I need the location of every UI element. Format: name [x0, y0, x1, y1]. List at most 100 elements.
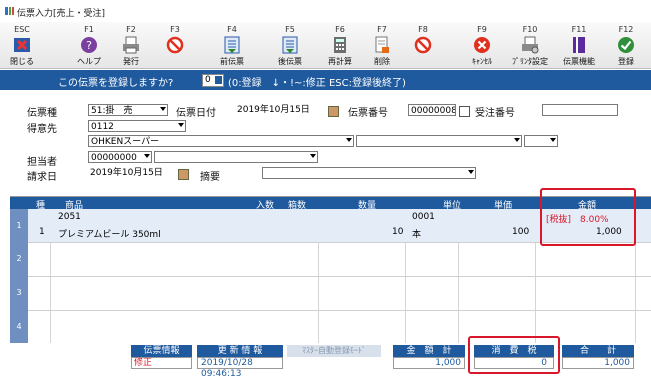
f11-slip-function-button[interactable]: F11 伝票機能 [559, 22, 599, 68]
f3-disabled-button[interactable]: F3 [155, 22, 195, 68]
chevron-down-icon [160, 107, 166, 111]
order-number-label: 受注番号 [475, 108, 515, 119]
chevron-down-icon [468, 170, 474, 174]
confirm-question: この伝票を登録しますか? [58, 78, 174, 89]
f6-recalculate-button[interactable]: F6 再計算 [320, 22, 360, 68]
customer-label: 得意先 [27, 124, 57, 135]
slip-date-value: 2019年10月15日 [237, 105, 310, 115]
svg-text:?: ? [86, 39, 92, 52]
chevron-down-icon [346, 138, 352, 142]
button-label: 登録 [618, 57, 634, 66]
f1-help-button[interactable]: F1 ? ヘルプ [69, 22, 109, 68]
input-picker-icon[interactable] [215, 76, 222, 84]
master-auto-register-button[interactable]: ﾏｽﾀｰ自動登録ﾓｰﾄﾞ [287, 345, 381, 357]
row-number[interactable]: 3 [10, 276, 28, 310]
help-icon: ? [81, 37, 97, 53]
slip-info-header: 伝票情報 [131, 345, 192, 357]
amount-highlight-box [540, 188, 636, 246]
delete-doc-icon [375, 36, 389, 53]
billing-date-field[interactable]: 2019年10月15日 [88, 167, 163, 179]
quantity-value[interactable]: 10 [392, 227, 403, 237]
cancel-icon [474, 37, 490, 53]
slip-date-field[interactable]: 2019年10月15日 [235, 104, 310, 116]
row-number[interactable]: 4 [10, 310, 28, 343]
button-label: 発行 [123, 57, 139, 66]
slip-number-field[interactable]: 00000008 [408, 104, 456, 116]
f2-issue-button[interactable]: F2 発行 [111, 22, 151, 68]
staff-code-select[interactable]: 00000000 [88, 151, 152, 163]
row-number[interactable]: 1 [10, 209, 28, 242]
summary-select[interactable] [262, 167, 476, 179]
confirm-hint: (0:登録 ↓・!~:修正 ESC:登録後終了) [228, 78, 406, 89]
unit-name[interactable]: 本 [412, 227, 421, 240]
staff-code-value: 00000000 [91, 153, 137, 163]
f8-disabled-button[interactable]: F8 [403, 22, 443, 68]
billing-date-label: 請求日 [27, 172, 57, 183]
key-label: ESC [14, 25, 30, 34]
previous-slip-icon [224, 36, 240, 54]
slip-info-value: 修正 [131, 357, 192, 369]
calendar-icon[interactable] [328, 106, 339, 117]
list-picker-icon[interactable] [459, 106, 470, 117]
key-label: F5 [285, 25, 295, 34]
confirm-input-value: 0 [205, 75, 211, 85]
product-code[interactable]: 2051 [58, 212, 81, 222]
key-label: F8 [418, 25, 428, 34]
order-number-field[interactable] [542, 104, 618, 116]
grand-total-header: 合 計 [562, 345, 634, 357]
row-number[interactable]: 2 [10, 242, 28, 276]
billing-date-value: 2019年10月15日 [90, 168, 163, 178]
prohibited-icon [166, 36, 184, 54]
unit-code[interactable]: 0001 [412, 212, 435, 222]
button-label: ｷｬﾝｾﾙ [472, 57, 492, 66]
f9-cancel-button[interactable]: F9 ｷｬﾝｾﾙ [462, 22, 502, 68]
slip-type-label: 伝票種 [27, 108, 57, 119]
grand-total-value: 1,000 [562, 357, 634, 369]
register-check-icon [618, 37, 634, 53]
f4-previous-slip-button[interactable]: F4 前伝票 [212, 22, 252, 68]
row-type: 1 [39, 227, 45, 237]
customer-extra-select[interactable] [524, 135, 558, 147]
button-label: 伝票機能 [563, 57, 595, 66]
esc-close-button[interactable]: ESC 閉じる [2, 22, 42, 68]
title-bar: 伝票入力[売上・受注] [0, 0, 651, 23]
slip-date-label: 伝票日付 [176, 108, 216, 119]
f7-delete-button[interactable]: F7 削除 [362, 22, 402, 68]
table-row[interactable] [28, 242, 651, 277]
customer-name-select[interactable]: OHKENスーパー [88, 135, 354, 147]
close-app-icon [14, 38, 30, 52]
printer-settings-icon [522, 36, 539, 54]
button-label: 削除 [374, 57, 390, 66]
button-label: ﾌﾟﾘﾝﾀ設定 [512, 57, 548, 66]
amount-total-value: 1,000 [393, 357, 465, 369]
f12-register-button[interactable]: F12 登録 [606, 22, 646, 68]
key-label: F11 [571, 25, 587, 34]
product-name[interactable]: プレミアムビール 350ml [58, 227, 161, 240]
confirm-input[interactable]: 0 [202, 74, 224, 87]
customer-code-select[interactable]: 0112 [88, 120, 186, 132]
f10-printer-settings-button[interactable]: F10 ﾌﾟﾘﾝﾀ設定 [510, 22, 550, 68]
table-row[interactable] [28, 276, 651, 311]
prohibited-icon [414, 36, 432, 54]
key-label: F6 [335, 25, 345, 34]
function-key-toolbar: ESC 閉じる F1 ? ヘルプ F2 発行 F3 F4 前伝票 F5 後伝票 [0, 22, 651, 69]
chevron-down-icon [310, 154, 316, 158]
update-info-value: 2019/10/28 09:46:13 [197, 357, 283, 379]
key-label: F3 [170, 25, 180, 34]
chevron-down-icon [144, 154, 150, 158]
staff-name-select[interactable] [154, 151, 318, 163]
key-label: F4 [227, 25, 237, 34]
customer-sub-select[interactable] [356, 135, 522, 147]
customer-name-value: OHKENスーパー [91, 137, 160, 147]
unit-price-value[interactable]: 100 [512, 227, 529, 237]
summary-label: 摘要 [200, 172, 220, 183]
update-info-header: 更 新 情 報 [197, 345, 283, 357]
slip-function-icon [573, 37, 585, 53]
key-label: F12 [618, 25, 634, 34]
slip-type-value: 51:掛 売 [91, 106, 133, 116]
f5-next-slip-button[interactable]: F5 後伝票 [270, 22, 310, 68]
key-label: F7 [377, 25, 387, 34]
calendar-icon[interactable] [178, 169, 189, 180]
button-label: 後伝票 [278, 57, 302, 66]
slip-type-select[interactable]: 51:掛 売 [88, 104, 168, 116]
